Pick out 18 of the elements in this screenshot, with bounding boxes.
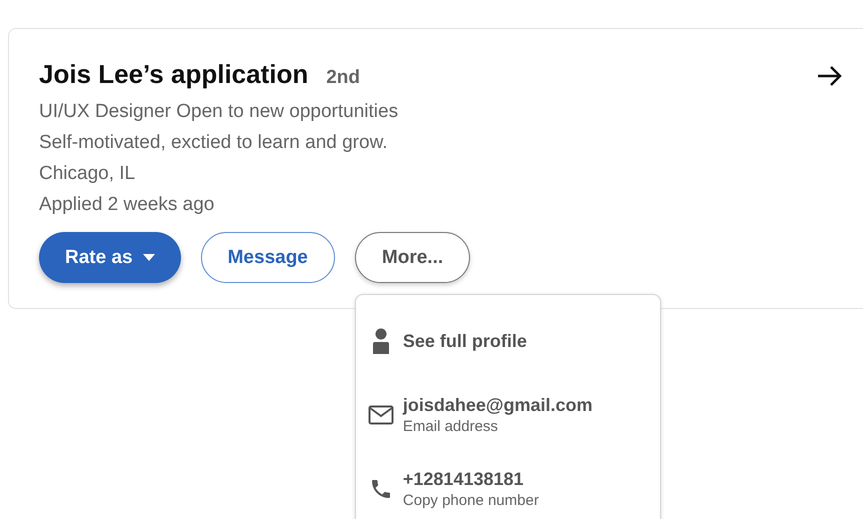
connection-degree: 2nd bbox=[326, 67, 360, 89]
profile-detail: Chicago, IL bbox=[39, 162, 136, 186]
mail-icon bbox=[368, 405, 394, 425]
profile-menu-item[interactable]: See full profile bbox=[356, 317, 660, 365]
profile-detail: Applied 2 weeks ago bbox=[39, 193, 214, 217]
person-icon bbox=[372, 328, 389, 354]
arrow-right-icon[interactable] bbox=[817, 65, 843, 87]
caret-icon bbox=[142, 254, 155, 261]
phone-menu-item[interactable]: +12814138181 Copy phone number bbox=[356, 465, 660, 513]
profile-detail: Self-motivated, exctied to learn and grow. bbox=[39, 131, 388, 155]
menu-item-caption: Email address bbox=[402, 418, 499, 435]
profile-detail: UI/UX Designer Open to new opportunities bbox=[39, 100, 398, 124]
application-title: Jois Lee’s application bbox=[39, 59, 308, 90]
menu-item-caption: Copy phone number bbox=[402, 492, 539, 509]
rate-button[interactable]: Rate as bbox=[39, 232, 181, 283]
more-button[interactable]: More... bbox=[354, 232, 470, 283]
email-menu-item[interactable]: joisdahee@gmail.com Email address bbox=[356, 391, 660, 439]
message-button[interactable]: Message bbox=[200, 232, 335, 283]
